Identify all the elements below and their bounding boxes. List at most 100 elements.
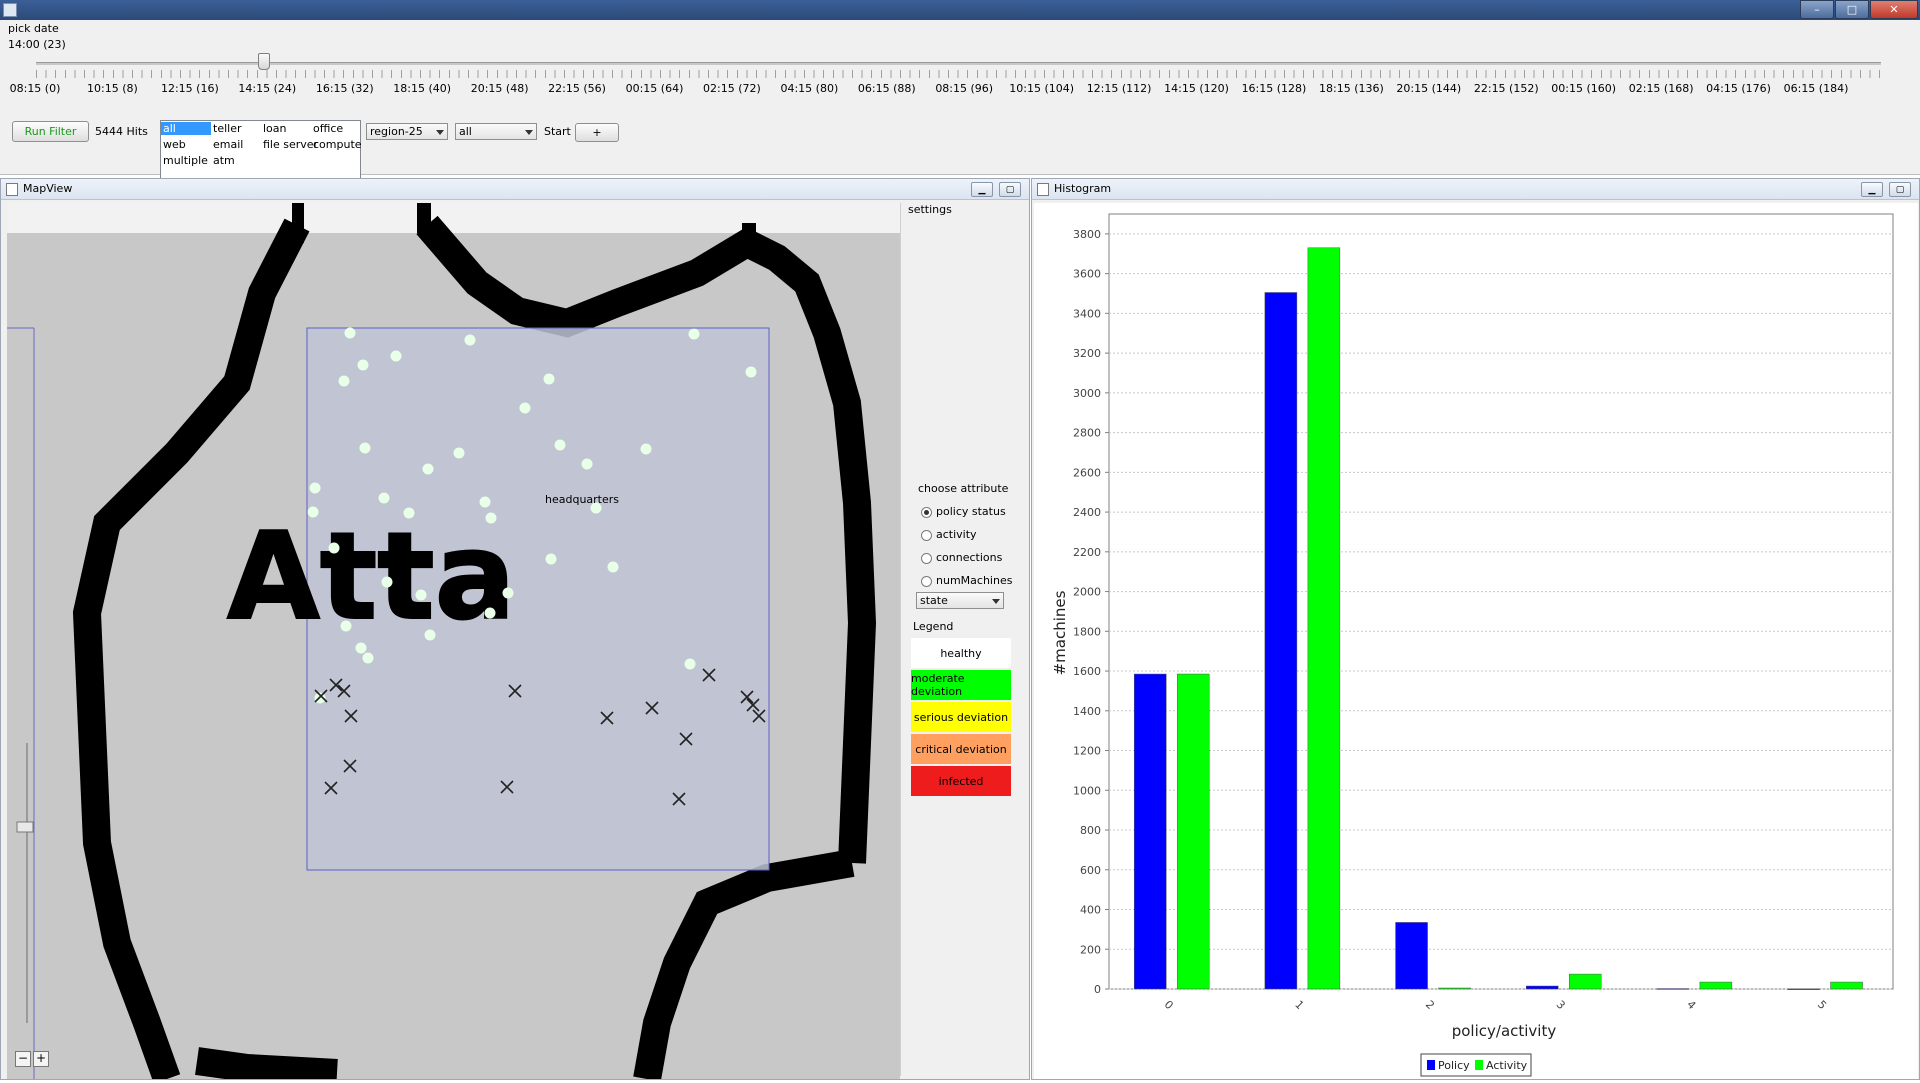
time-slider-thumb[interactable]	[257, 53, 270, 70]
filter-item-all[interactable]: all	[161, 122, 211, 135]
time-tick-label: 12:15 (112)	[1086, 82, 1152, 95]
mapview-header: MapView ▁ ▢	[1, 179, 1029, 200]
filter-item-loan[interactable]: loan	[261, 122, 289, 135]
attribute-radio-activity[interactable]	[921, 530, 932, 541]
machine-dot	[403, 507, 415, 519]
y-tick-label: 1600	[1073, 665, 1101, 678]
filter-item-atm[interactable]: atm	[211, 154, 237, 167]
time-tick-label: 02:15 (72)	[703, 82, 761, 95]
machine-dot	[357, 359, 369, 371]
y-axis-label: #machines	[1051, 590, 1069, 675]
time-tick-label: 22:15 (152)	[1473, 82, 1539, 95]
filter-item-email[interactable]: email	[211, 138, 245, 151]
machine-dot	[340, 620, 352, 632]
group-select[interactable]: state	[916, 592, 1004, 609]
bar-policy-0	[1133, 673, 1167, 990]
machine-dot	[640, 443, 652, 455]
x-tick-label: 3	[1554, 998, 1568, 1012]
bar-activity-2	[1438, 987, 1471, 990]
attribute-label[interactable]: activity	[936, 528, 977, 541]
time-filter-toolbar: pick date 14:00 (23) 08:15 (0) 10:15 (8) 1…	[0, 20, 1920, 185]
bar-policy-2	[1395, 922, 1428, 990]
y-tick-label: 2400	[1073, 506, 1101, 519]
time-tick-label: 18:15 (136)	[1319, 82, 1384, 95]
group-select-value: state	[920, 594, 948, 607]
filter-item-office[interactable]: office	[311, 122, 345, 135]
minimize-window-button[interactable]: –	[1800, 0, 1834, 19]
zoom-in-button[interactable]: +	[33, 1051, 49, 1067]
attribute-label[interactable]: policy status	[936, 505, 1006, 518]
histogram-header: Histogram ▁ ▢	[1032, 179, 1919, 200]
maximize-panel-button[interactable]: ▢	[999, 182, 1021, 197]
attribute-label[interactable]: connections	[936, 551, 1002, 564]
filter-item-teller[interactable]: teller	[211, 122, 243, 135]
machine-dot	[415, 589, 427, 601]
run-filter-button[interactable]: Run Filter	[12, 121, 89, 142]
time-slider-track[interactable]	[36, 62, 1881, 65]
start-label: Start	[544, 125, 571, 138]
zoom-out-button[interactable]: −	[15, 1051, 31, 1067]
machine-dot	[484, 607, 496, 619]
scope-select[interactable]: all	[455, 123, 537, 140]
machine-dot	[355, 642, 367, 654]
time-slider-ticks	[36, 70, 1881, 78]
attribute-radio-policy-status[interactable]	[921, 507, 932, 518]
maximize-window-button[interactable]: □	[1835, 0, 1869, 19]
y-tick-label: 3200	[1073, 347, 1101, 360]
machine-dot	[464, 334, 476, 346]
maximize-panel-button[interactable]: ▢	[1889, 182, 1911, 197]
bar-activity-5	[1830, 981, 1863, 990]
attribute-radio-numMachines[interactable]	[921, 576, 932, 587]
bar-activity-3	[1568, 973, 1602, 990]
y-tick-label: 3000	[1073, 387, 1101, 400]
time-tick-label: 06:15 (184)	[1783, 82, 1849, 95]
histogram-chart-area: 0 200 400 600 800 1000 1200 1400 1600 1800 2000 220…	[1034, 203, 1918, 1079]
y-tick-label: 400	[1080, 904, 1101, 917]
histogram-chart: 0 200 400 600 800 1000 1200 1400 1600 1800 2000 220…	[1051, 213, 1894, 1077]
y-tick-label: 0	[1094, 983, 1101, 996]
machine-dot	[309, 482, 321, 494]
y-tick-label: 200	[1080, 943, 1101, 956]
chevron-down-icon	[436, 130, 444, 135]
chevron-down-icon	[525, 130, 533, 135]
time-tick-label: 00:15 (64)	[625, 82, 684, 95]
filter-item-multiple[interactable]: multiple	[161, 154, 210, 167]
machine-dot	[307, 506, 319, 518]
bar-activity-0	[1176, 673, 1210, 990]
legend-swatch	[1475, 1060, 1483, 1070]
attribute-radio-connections[interactable]	[921, 553, 932, 564]
machine-dot	[344, 327, 356, 339]
minimize-panel-button[interactable]: ▁	[971, 182, 993, 197]
histogram-title: Histogram	[1054, 182, 1112, 195]
machine-dot	[424, 629, 436, 641]
time-tick-label: 14:15 (120)	[1164, 82, 1229, 95]
y-tick-label: 1000	[1073, 784, 1101, 797]
map-canvas[interactable]: Atta headquarters − +	[7, 203, 900, 1079]
time-tick-label: 12:15 (16)	[160, 82, 219, 95]
settings-label: settings	[908, 203, 952, 216]
machine-dot	[422, 463, 434, 475]
attribute-label[interactable]: numMachines	[936, 574, 1012, 587]
filter-item-compute[interactable]: compute	[311, 138, 364, 151]
y-tick-labels: 0 200 400 600 800 1000 1200 1400 1600 1800 2000 220…	[1073, 228, 1109, 996]
machine-dot	[338, 375, 350, 387]
add-button[interactable]: +	[575, 123, 619, 142]
machine-dot	[607, 561, 619, 573]
bar-activity-4	[1699, 981, 1733, 990]
x-axis-label: policy/activity	[1452, 1022, 1557, 1040]
machine-type-list[interactable]: all teller loan office web email file server co…	[160, 120, 364, 185]
time-tick-label: 06:15 (88)	[857, 82, 916, 95]
close-window-button[interactable]: ✕	[1870, 0, 1918, 19]
filter-item-web[interactable]: web	[161, 138, 188, 151]
region-select[interactable]: region-25	[366, 123, 448, 140]
machine-dot	[453, 447, 465, 459]
legend-item-moderate-deviation: moderate deviation	[911, 670, 1011, 700]
machine-dot	[479, 496, 491, 508]
machine-dot	[745, 366, 757, 378]
headquarters-label: headquarters	[545, 493, 619, 506]
y-tick-label: 1400	[1073, 705, 1101, 718]
y-tick-label: 1800	[1073, 625, 1101, 638]
machine-dot	[359, 442, 371, 454]
time-tick-label: 22:15 (56)	[548, 82, 606, 95]
minimize-panel-button[interactable]: ▁	[1861, 182, 1883, 197]
